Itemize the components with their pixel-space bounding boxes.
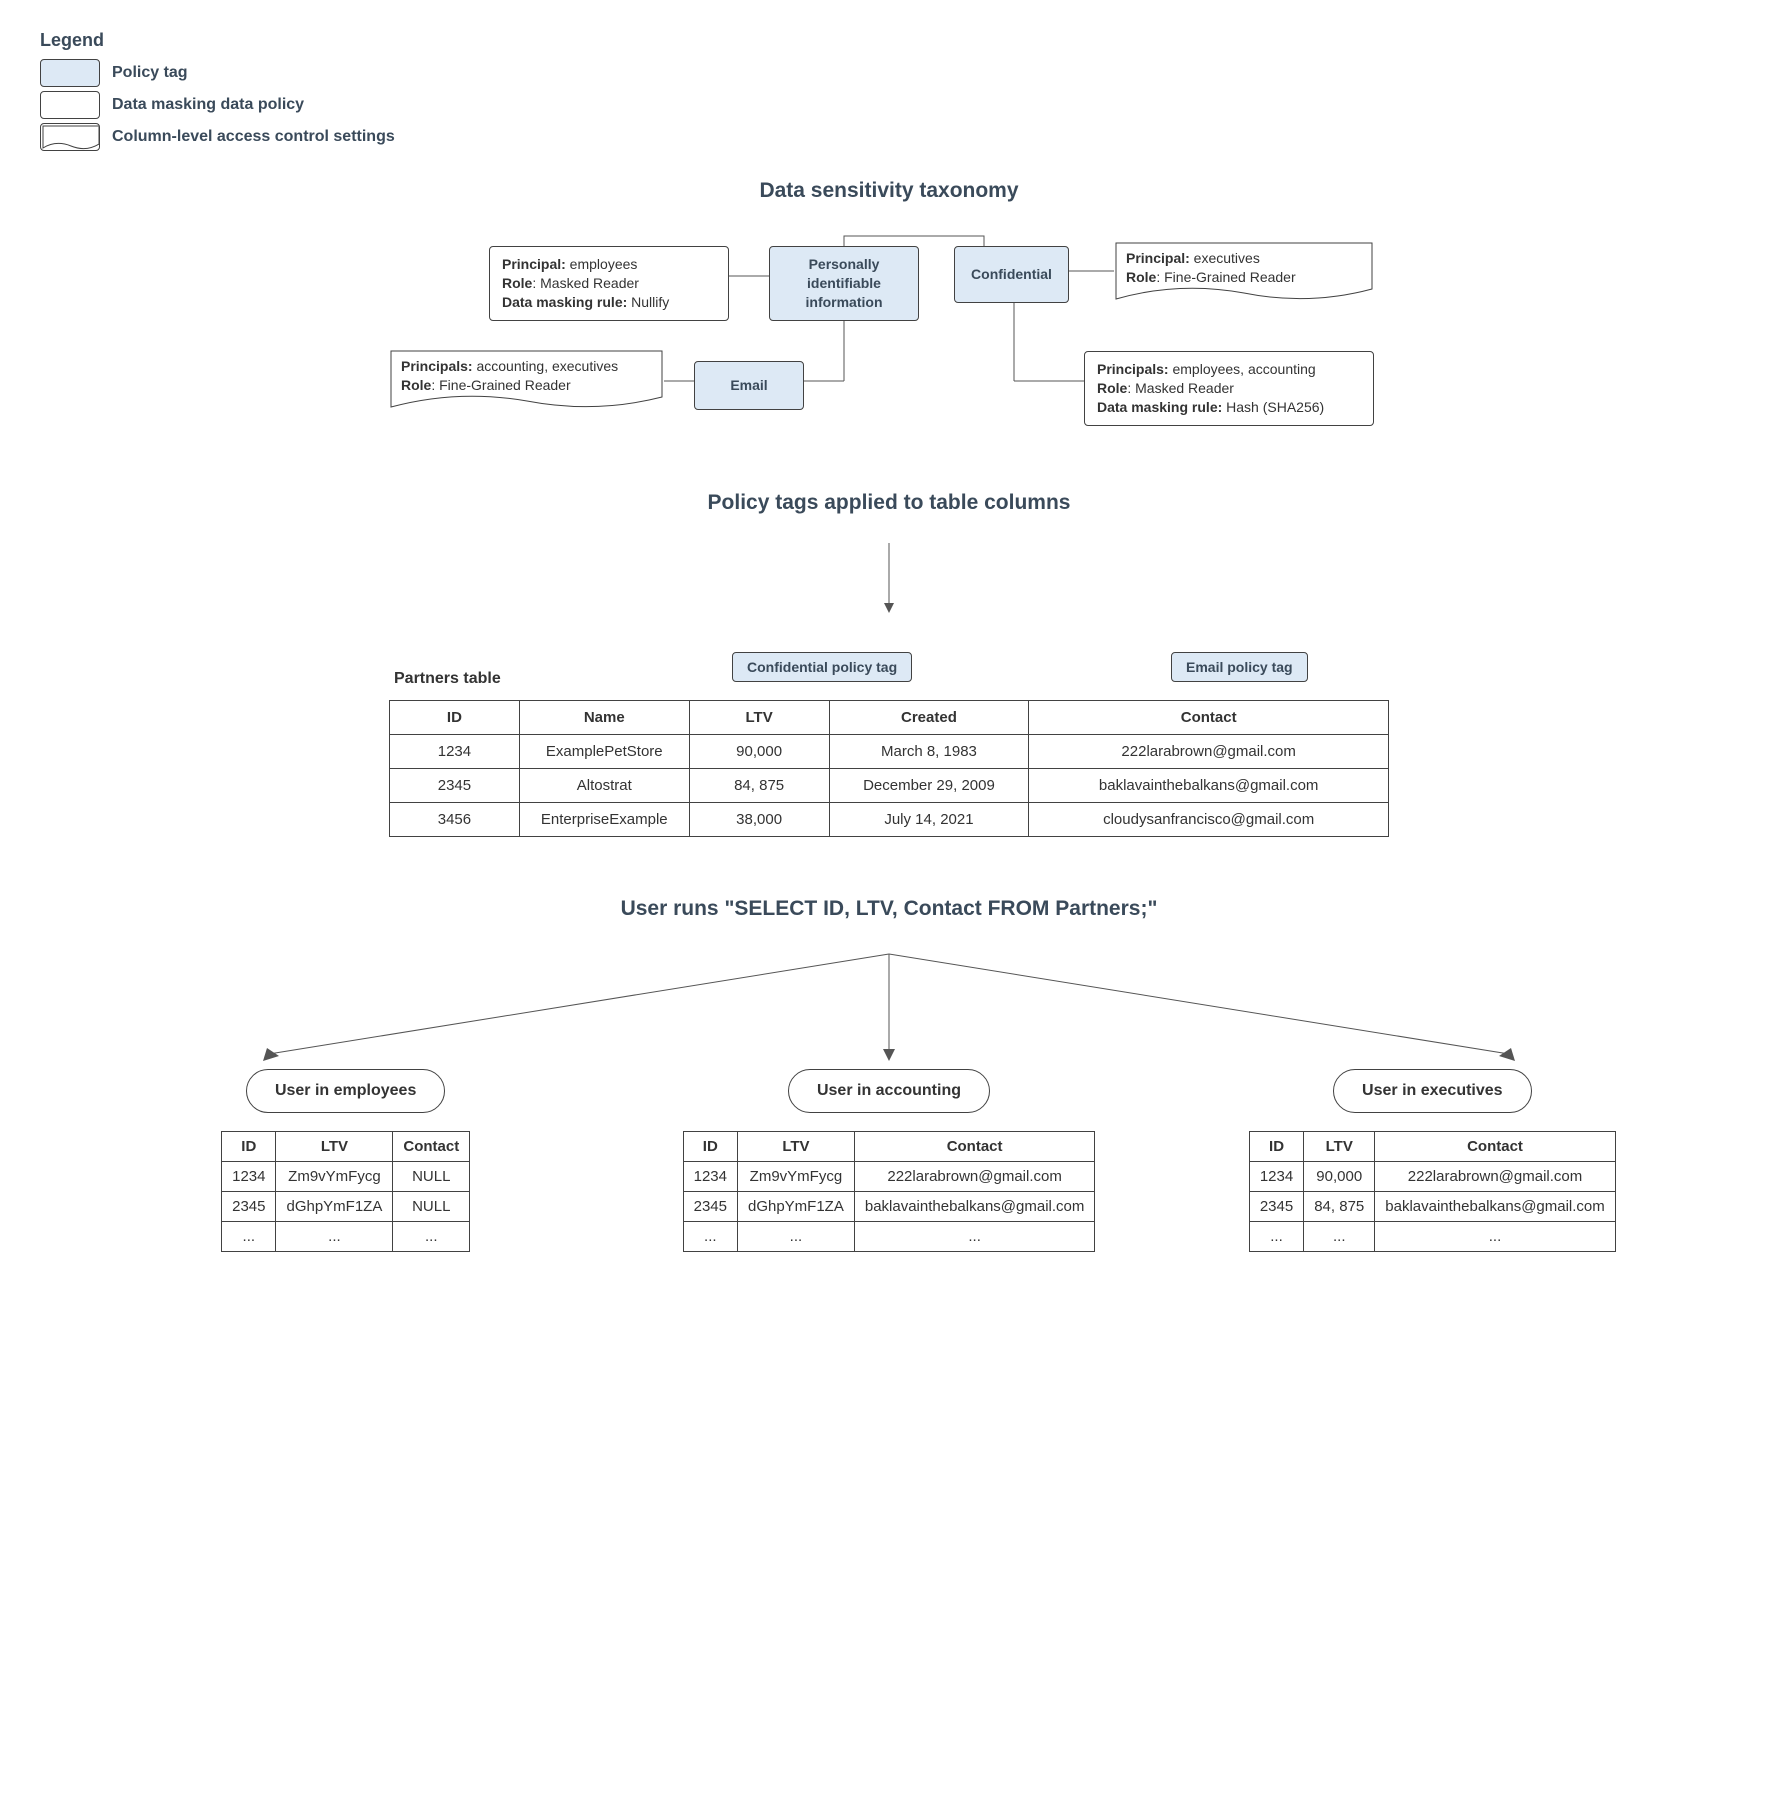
label: Data masking rule: xyxy=(502,294,627,310)
table-row: ......... xyxy=(683,1222,1095,1252)
table-row: 3456EnterpriseExample38,000July 14, 2021… xyxy=(390,803,1389,837)
label: Principal: xyxy=(502,256,566,272)
table-row: 1234Zm9vYmFycg222larabrown@gmail.com xyxy=(683,1162,1095,1192)
confidential-tag: Confidential xyxy=(954,246,1069,303)
label: Role xyxy=(1097,380,1127,396)
employees-result: User in employees ID LTV Contact 1234Zm9… xyxy=(89,1069,602,1252)
table-row: ......... xyxy=(222,1222,470,1252)
label: Role xyxy=(401,377,431,393)
table-row: 234584, 875baklavainthebalkans@gmail.com xyxy=(1249,1192,1615,1222)
policy-tag-swatch xyxy=(40,59,100,87)
applied-section: Confidential policy tag Email policy tag… xyxy=(389,543,1389,837)
table-row: 1234Zm9vYmFycgNULL xyxy=(222,1162,470,1192)
legend-title: Legend xyxy=(40,30,1738,51)
legend: Legend Policy tag Data masking data poli… xyxy=(40,30,1738,151)
data-policy-swatch xyxy=(40,91,100,119)
executives-table: ID LTV Contact 123490,000222larabrown@gm… xyxy=(1249,1131,1616,1252)
result-arrows xyxy=(89,949,1689,1069)
taxonomy-diagram: Principal: employees Role: Masked Reader… xyxy=(389,231,1389,451)
col-id: ID xyxy=(390,701,520,735)
legend-label: Policy tag xyxy=(112,64,188,82)
table-row: 123490,000222larabrown@gmail.com xyxy=(1249,1162,1615,1192)
col-created: Created xyxy=(829,701,1029,735)
email-tag: Email xyxy=(694,361,804,410)
legend-label: Column-level access control settings xyxy=(112,128,395,146)
legend-label: Data masking data policy xyxy=(112,96,304,114)
table-row: 1234ExamplePetStore90,000March 8, 198322… xyxy=(390,735,1389,769)
employees-table: ID LTV Contact 1234Zm9vYmFycgNULL2345dGh… xyxy=(221,1131,470,1252)
accounting-result: User in accounting ID LTV Contact 1234Zm… xyxy=(632,1069,1145,1252)
email-acl: Principals: accounting, executives Role:… xyxy=(389,349,664,414)
role-pill-accounting: User in accounting xyxy=(788,1069,990,1113)
col-name: Name xyxy=(519,701,689,735)
table-header-row: ID Name LTV Created Contact xyxy=(390,701,1389,735)
confidential-data-policy: Principals: employees, accounting Role: … xyxy=(1084,351,1374,426)
acl-swatch xyxy=(40,123,100,151)
confidential-acl: Principal: executives Role: Fine-Grained… xyxy=(1114,241,1374,306)
col-contact: Contact xyxy=(1029,701,1389,735)
col-ltv: LTV xyxy=(689,701,829,735)
table-row: 2345dGhpYmF1ZAbaklavainthebalkans@gmail.… xyxy=(683,1192,1095,1222)
partners-table-title: Partners table xyxy=(394,670,501,688)
table-row: 2345dGhpYmF1ZANULL xyxy=(222,1192,470,1222)
role-pill-employees: User in employees xyxy=(246,1069,445,1113)
query-heading: User runs "SELECT ID, LTV, Contact FROM … xyxy=(40,897,1738,921)
pii-tag: Personally identifiable information xyxy=(769,246,919,321)
label: Role xyxy=(1126,269,1156,285)
partners-table: ID Name LTV Created Contact 1234ExampleP… xyxy=(389,700,1389,837)
label: Principals: xyxy=(401,358,473,374)
email-tag-chip: Email policy tag xyxy=(1171,652,1308,682)
label: Principals: xyxy=(1097,361,1169,377)
label: Principal: xyxy=(1126,250,1190,266)
legend-row-policy: Data masking data policy xyxy=(40,91,1738,119)
executives-result: User in executives ID LTV Contact 123490… xyxy=(1176,1069,1689,1252)
accounting-table: ID LTV Contact 1234Zm9vYmFycg222larabrow… xyxy=(683,1131,1096,1252)
label: Data masking rule: xyxy=(1097,399,1222,415)
legend-row-acl: Column-level access control settings xyxy=(40,123,1738,151)
table-row: ......... xyxy=(1249,1222,1615,1252)
applied-heading: Policy tags applied to table columns xyxy=(40,491,1738,515)
role-pill-executives: User in executives xyxy=(1333,1069,1532,1113)
pii-data-policy: Principal: employees Role: Masked Reader… xyxy=(489,246,729,321)
label: Role xyxy=(502,275,532,291)
arrow-down-icon xyxy=(389,543,1389,617)
legend-row-tag: Policy tag xyxy=(40,59,1738,87)
results-row: User in employees ID LTV Contact 1234Zm9… xyxy=(89,1069,1689,1252)
confidential-tag-chip: Confidential policy tag xyxy=(732,652,912,682)
table-row: 2345Altostrat84, 875December 29, 2009bak… xyxy=(390,769,1389,803)
taxonomy-heading: Data sensitivity taxonomy xyxy=(40,179,1738,203)
